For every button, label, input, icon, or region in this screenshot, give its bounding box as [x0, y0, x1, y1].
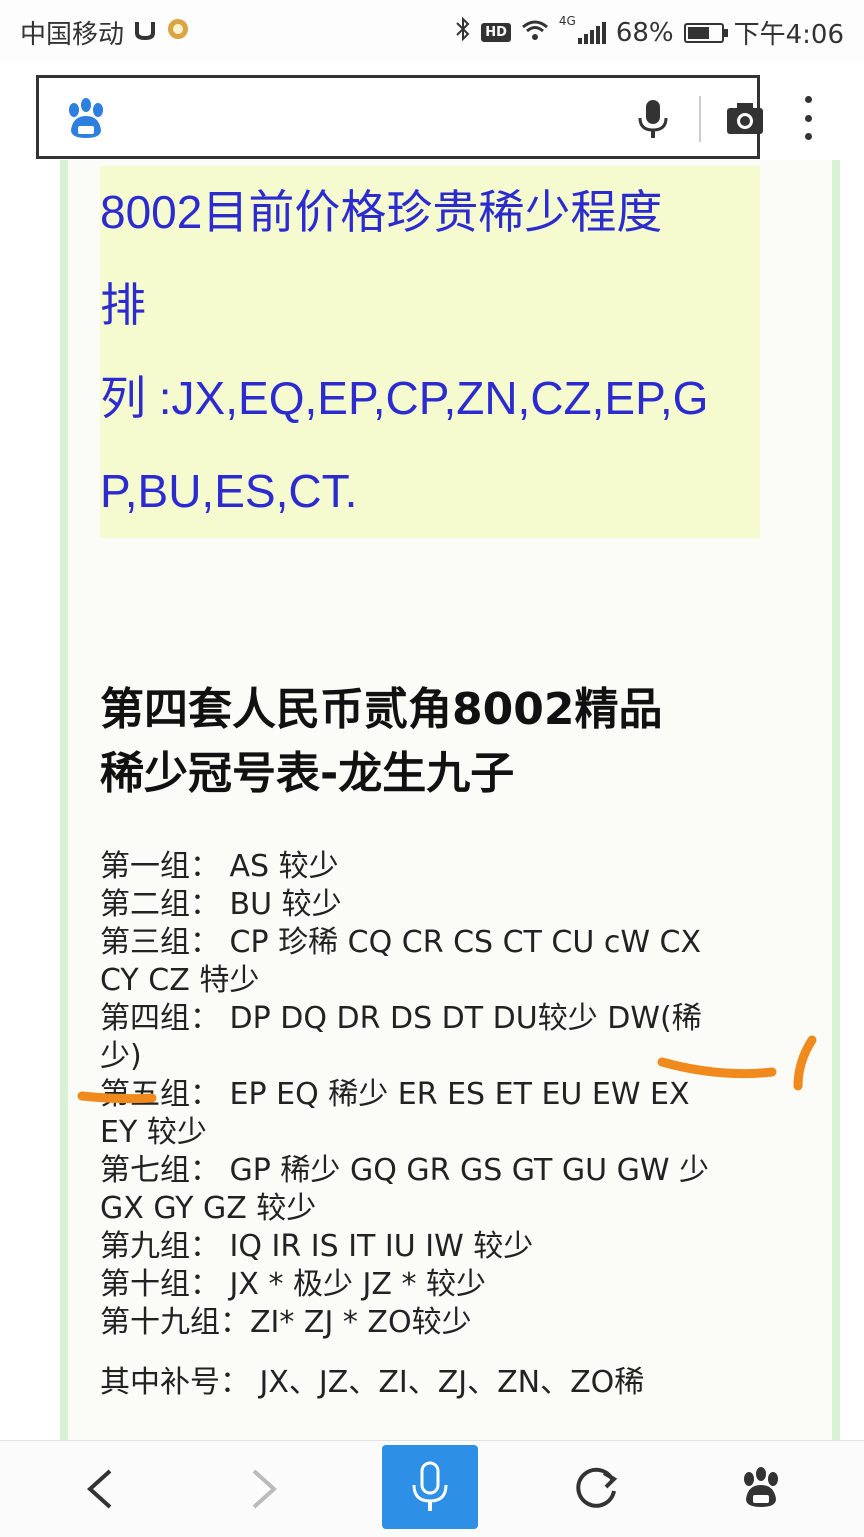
promo-text: 8002目前价格珍贵稀少程度 排 列 :JX,EQ,EP,CP,ZN,CZ,EP… [100, 166, 760, 538]
signal-icon [577, 21, 606, 44]
list-line: 第七组： GP 稀少 GQ GR GS GT GU GW 少 [100, 1153, 710, 1188]
refresh-button[interactable] [572, 1465, 620, 1513]
voice-search-button[interactable] [635, 98, 671, 142]
app-notification-icon [166, 17, 190, 48]
battery-percent: 68% [615, 17, 674, 48]
list-line: 第十组： JX * 极少 JZ * 较少 [100, 1267, 487, 1302]
promo-line: 排 [100, 279, 146, 331]
title-line: 第四套人民币贰角8002精品 [100, 684, 663, 735]
list-line: EY 较少 [100, 1115, 207, 1150]
list-line: CY CZ 特少 [100, 963, 260, 998]
back-button[interactable] [80, 1467, 120, 1511]
article-title: 第四套人民币贰角8002精品 稀少冠号表-龙生九子 [100, 678, 760, 806]
network-type: 4G [558, 14, 576, 28]
list-line: GX GY GZ 较少 [100, 1191, 317, 1226]
search-bar[interactable] [36, 75, 763, 159]
carrier-label: 中国移动 [20, 20, 125, 50]
bluetooth-icon [455, 16, 471, 49]
serial-list: 第一组： AS 较少 第二组： BU 较少 第三组： CP 珍稀 CQ CR C… [100, 848, 760, 1342]
baidu-paw-icon[interactable] [63, 96, 109, 142]
camera-icon[interactable] [723, 98, 767, 142]
bottom-nav [0, 1440, 864, 1537]
divider [699, 96, 701, 142]
battery-icon [683, 22, 728, 43]
notification-icon [134, 18, 156, 48]
promo-line: P,BU,ES,CT. [100, 465, 358, 517]
list-line: 第九组： IQ IR IS IT IU IW 较少 [100, 1229, 534, 1264]
list-line: 少) [100, 1039, 142, 1074]
voice-assistant-button[interactable] [382, 1445, 478, 1529]
list-line: 第四组： DP DQ DR DS DT DU较少 DW(稀 [100, 1001, 702, 1036]
title-line: 稀少冠号表-龙生九子 [100, 748, 515, 799]
clock: 下午4:06 [733, 20, 844, 50]
status-bar: 中国移动 HD 4G 68% 下午4:06 [0, 0, 864, 62]
list-line: 第一组： AS 较少 [100, 849, 339, 884]
list-line: 第五组： EP EQ 稀少 ER ES ET EU EW EX [100, 1077, 690, 1112]
supplement-line: 其中补号： JX、JZ、ZI、ZJ、ZN、ZO稀 [100, 1365, 645, 1400]
promo-line: 8002目前价格珍贵稀少程度 [100, 186, 663, 238]
hd-badge: HD [481, 23, 511, 42]
more-menu-icon[interactable] [796, 96, 820, 140]
list-line: 第十九组：ZI* ZJ * ZO较少 [100, 1305, 472, 1340]
baidu-home-icon[interactable] [738, 1465, 784, 1511]
promo-line: 列 :JX,EQ,EP,CP,ZN,CZ,EP,G [100, 372, 709, 424]
list-line: 第二组： BU 较少 [100, 887, 342, 922]
list-line: 第三组： CP 珍稀 CQ CR CS CT CU cW CX [100, 925, 702, 960]
forward-button[interactable] [244, 1467, 284, 1511]
wifi-icon [521, 18, 549, 48]
